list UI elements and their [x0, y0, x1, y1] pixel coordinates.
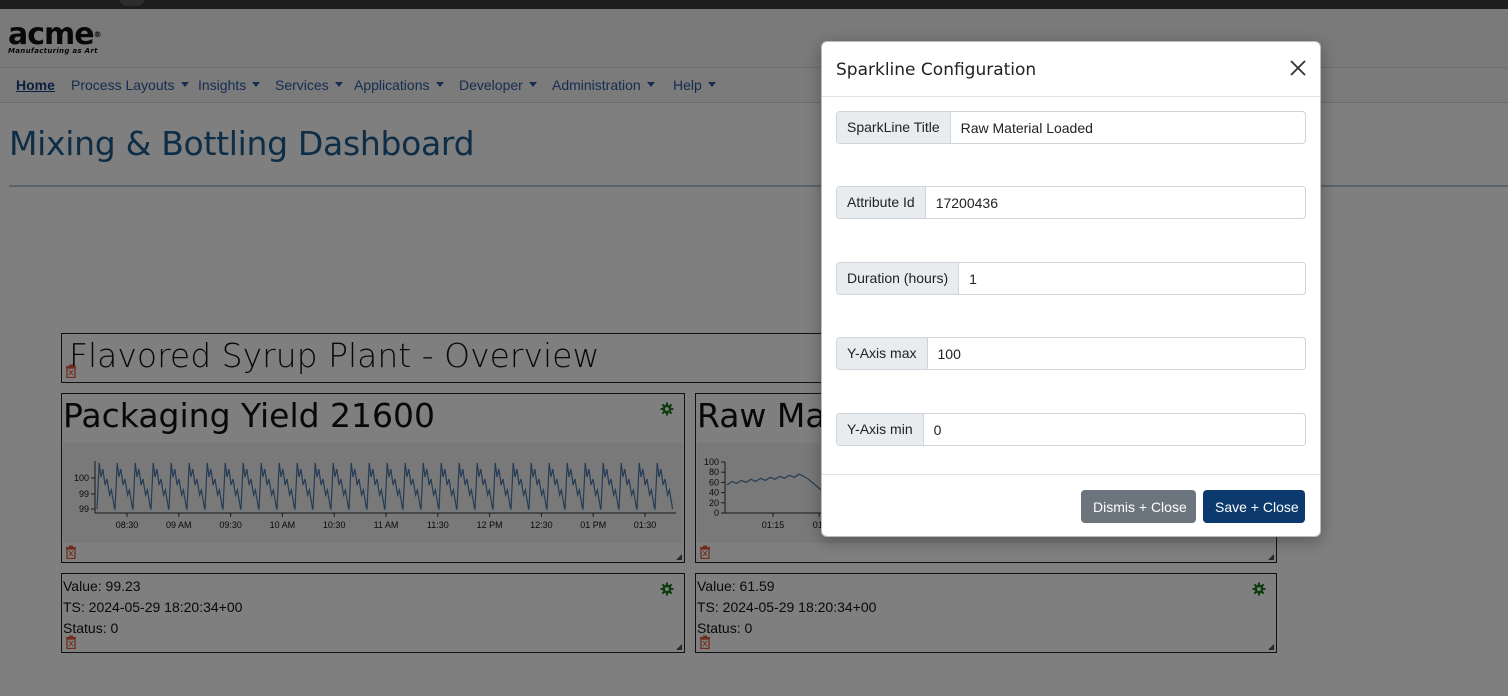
duration-input[interactable] [959, 263, 1305, 294]
attribute-id-field: Attribute Id [836, 186, 1306, 219]
y-axis-max-field: Y-Axis max [836, 337, 1306, 370]
modal-footer: Dismis + Close Save + Close [822, 474, 1320, 537]
sparkline-title-label: SparkLine Title [837, 112, 951, 143]
sparkline-title-input[interactable] [950, 112, 1305, 143]
close-icon[interactable] [1288, 58, 1308, 78]
y-axis-min-label: Y-Axis min [837, 414, 924, 445]
modal-title: Sparkline Configuration [836, 60, 1037, 80]
save-close-button[interactable]: Save + Close [1203, 490, 1305, 523]
dismiss-close-button[interactable]: Dismis + Close [1081, 490, 1196, 523]
y-axis-max-label: Y-Axis max [837, 338, 928, 369]
sparkline-config-modal: Sparkline Configuration SparkLine Title … [821, 41, 1321, 537]
y-axis-max-input[interactable] [927, 338, 1305, 369]
duration-field: Duration (hours) [836, 262, 1306, 295]
y-axis-min-input[interactable] [923, 414, 1305, 445]
attribute-id-label: Attribute Id [837, 187, 926, 218]
y-axis-min-field: Y-Axis min [836, 413, 1306, 446]
duration-label: Duration (hours) [837, 263, 960, 294]
attribute-id-input[interactable] [925, 187, 1305, 218]
sparkline-title-field: SparkLine Title [836, 111, 1306, 144]
modal-header: Sparkline Configuration [822, 42, 1320, 97]
